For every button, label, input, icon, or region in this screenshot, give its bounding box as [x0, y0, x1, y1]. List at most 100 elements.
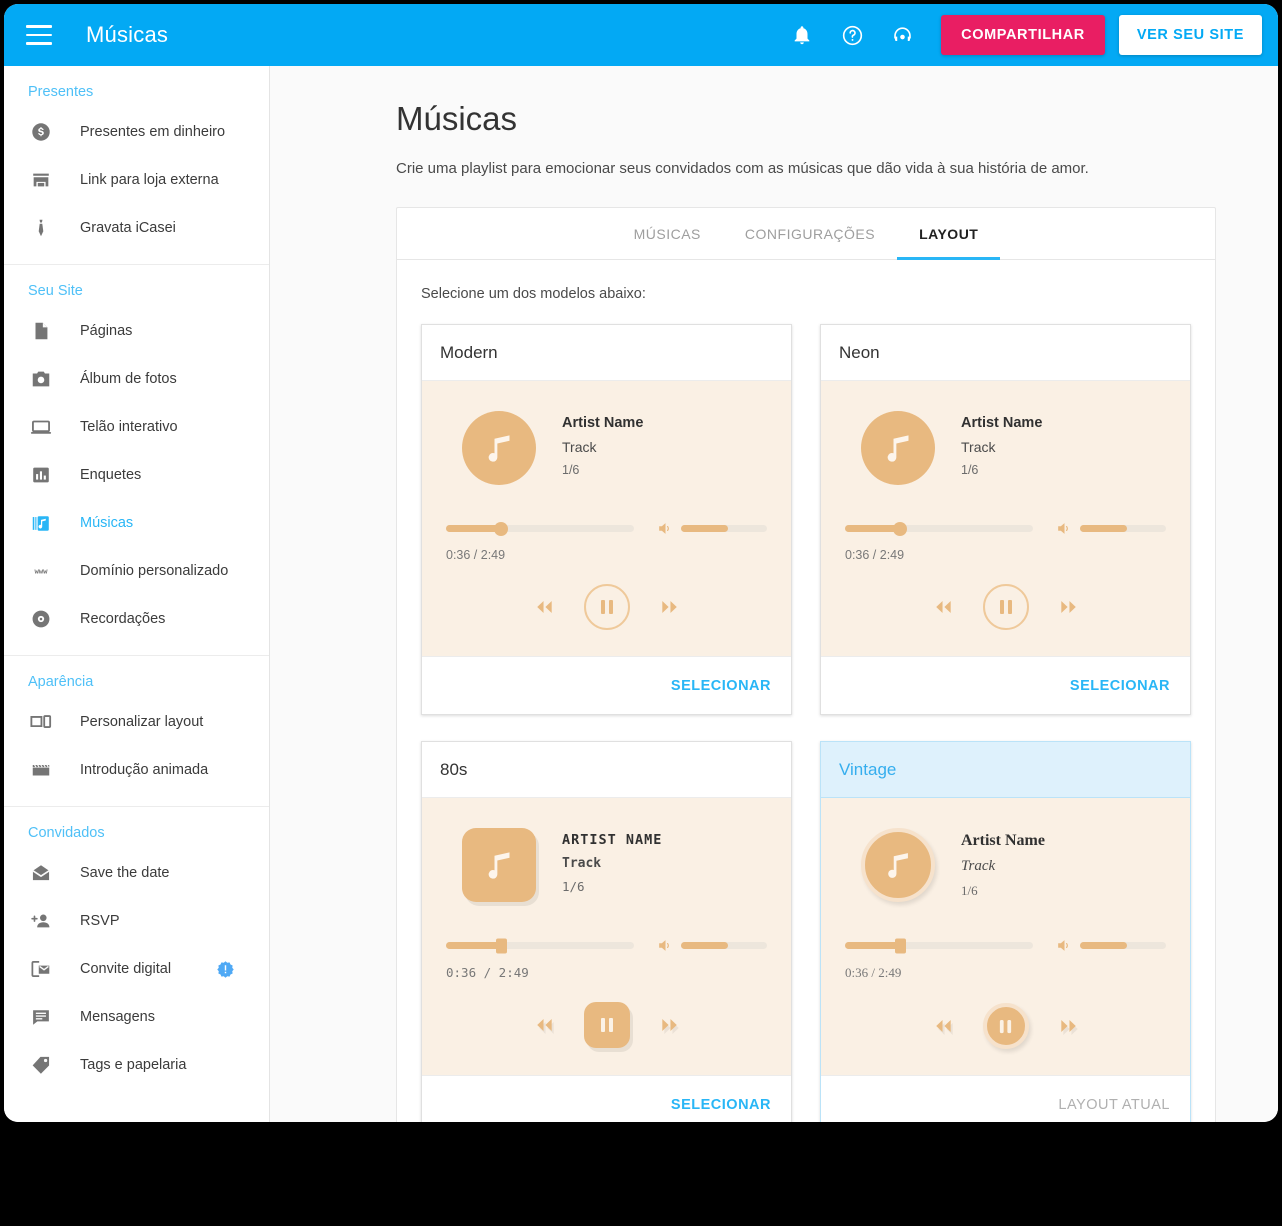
sidebar-item-mensagens[interactable]: Mensagens [4, 993, 269, 1041]
sidebar-group-seu-site: Seu Site Páginas Álbum de fotos Telão in… [4, 265, 269, 656]
seek-slider[interactable] [446, 938, 634, 953]
bell-icon[interactable] [781, 14, 823, 56]
fast-forward-icon[interactable] [656, 596, 684, 618]
main-inner: Músicas Crie uma playlist para emocionar… [270, 100, 1278, 1122]
pause-button[interactable] [583, 1002, 630, 1048]
rewind-icon[interactable] [530, 1014, 558, 1036]
hamburger-icon[interactable] [26, 25, 52, 45]
sidebar-item-paginas[interactable]: Páginas [4, 307, 269, 355]
pause-button[interactable] [982, 1003, 1029, 1049]
music-library-icon [28, 510, 54, 536]
tag-icon [28, 1052, 54, 1078]
pause-button[interactable] [982, 584, 1029, 630]
player-preview: Artist Name Track 1/6 0:36 / 2:49 [821, 798, 1190, 1075]
volume-icon[interactable] [1055, 519, 1074, 538]
player-bars [843, 936, 1168, 955]
rewind-icon[interactable] [530, 596, 558, 618]
player-meta: ARTIST NAME Track 1/6 [562, 828, 662, 894]
volume-icon[interactable] [656, 936, 675, 955]
seek-knob[interactable] [894, 938, 906, 953]
headset-icon[interactable] [881, 14, 923, 56]
share-button[interactable]: COMPARTILHAR [941, 15, 1105, 55]
sidebar-item-label: RSVP [80, 913, 120, 929]
app-window: Músicas COMPARTILHAR VER SEU SITE Presen… [4, 4, 1278, 1122]
rewind-icon[interactable] [929, 1015, 957, 1037]
sidebar-item-telao-interativo[interactable]: Telão interativo [4, 403, 269, 451]
sidebar-group-title: Seu Site [28, 283, 83, 299]
seek-fill [446, 525, 501, 532]
tab-musicas[interactable]: MÚSICAS [612, 208, 723, 260]
tab-configuracoes[interactable]: CONFIGURAÇÕES [723, 208, 897, 260]
sidebar-item-label: Convite digital [80, 961, 172, 977]
sidebar-item-musicas[interactable]: Músicas [4, 499, 269, 547]
seek-knob[interactable] [495, 938, 507, 953]
seek-fill [845, 942, 900, 949]
sidebar-item-gravata-icasei[interactable]: Gravata iCasei [4, 204, 269, 252]
seek-slider[interactable] [845, 521, 1033, 536]
time-display: 0:36 / 2:49 [446, 548, 506, 562]
volume-fill [1080, 942, 1128, 949]
layout-card-footer: SELECIONAR [422, 1075, 791, 1122]
layout-card-neon[interactable]: Neon Artist Name Track 1/6 0:36 / 2:49 S… [820, 324, 1191, 715]
seek-knob[interactable] [892, 521, 907, 536]
layout-card-modern[interactable]: Modern Artist Name Track 1/6 0:36 / 2:49… [421, 324, 792, 715]
track-name: Track [961, 858, 996, 874]
volume-icon[interactable] [656, 519, 675, 538]
main-content: Músicas Crie uma playlist para emocionar… [270, 66, 1278, 1122]
www-icon: www [28, 558, 54, 584]
sidebar-item-label: Telão interativo [80, 419, 178, 435]
artist-name: Artist Name [961, 415, 1043, 431]
transport-controls [843, 584, 1168, 630]
layout-card-title: Vintage [821, 742, 1190, 798]
question-circle-icon[interactable] [831, 14, 873, 56]
sidebar-item-rsvp[interactable]: RSVP [4, 897, 269, 945]
volume-slider[interactable] [1080, 942, 1166, 949]
fast-forward-icon[interactable] [1055, 596, 1083, 618]
view-site-button[interactable]: VER SEU SITE [1118, 15, 1262, 55]
album-art-icon [861, 411, 935, 485]
sidebar-item-label: Introdução animada [80, 762, 209, 778]
select-layout-button[interactable]: SELECIONAR [671, 1097, 771, 1113]
select-layout-button[interactable]: SELECIONAR [671, 678, 771, 694]
pause-button[interactable] [583, 584, 630, 630]
select-layout-button[interactable]: SELECIONAR [1070, 678, 1170, 694]
sidebar-item-introducao-animada[interactable]: Introdução animada [4, 746, 269, 794]
sidebar-item-save-the-date[interactable]: Save the date [4, 849, 269, 897]
sidebar-item-recordacoes[interactable]: Recordações [4, 595, 269, 643]
album-art-icon [462, 411, 536, 485]
sidebar-item-dominio-personalizado[interactable]: www Domínio personalizado [4, 547, 269, 595]
volume-slider[interactable] [1080, 525, 1166, 532]
player-meta: Artist Name Track 1/6 [961, 828, 1045, 899]
fast-forward-icon[interactable] [656, 1014, 684, 1036]
sidebar-item-presentes-em-dinheiro[interactable]: Presentes em dinheiro [4, 108, 269, 156]
sidebar-item-album-de-fotos[interactable]: Álbum de fotos [4, 355, 269, 403]
layout-card-footer: SELECIONAR [422, 656, 791, 714]
rewind-icon[interactable] [929, 596, 957, 618]
sidebar-item-tags-e-papelaria[interactable]: Tags e papelaria [4, 1041, 269, 1089]
sidebar-item-personalizar-layout[interactable]: Personalizar layout [4, 698, 269, 746]
volume-slider[interactable] [681, 525, 767, 532]
mobile-invite-icon [28, 956, 54, 982]
layout-card-vintage[interactable]: Vintage Artist Name Track 1/6 0:36 / 2:4… [820, 741, 1191, 1122]
seek-knob[interactable] [493, 521, 508, 536]
tab-layout[interactable]: LAYOUT [897, 208, 1001, 260]
volume-icon[interactable] [1055, 936, 1074, 955]
transport-controls [843, 1003, 1168, 1049]
seek-slider[interactable] [446, 521, 634, 536]
fast-forward-icon[interactable] [1055, 1015, 1083, 1037]
sidebar-item-convite-digital[interactable]: Convite digital [4, 945, 269, 993]
time-display: 0:36 / 2:49 [446, 965, 529, 980]
artist-name: Artist Name [562, 415, 644, 431]
time-display: 0:36 / 2:49 [845, 965, 902, 980]
player-top: ARTIST NAME Track 1/6 [444, 822, 769, 902]
top-header-bar: Músicas COMPARTILHAR VER SEU SITE [4, 4, 1278, 66]
page-title: Músicas [396, 100, 518, 137]
volume-slider[interactable] [681, 942, 767, 949]
seek-slider[interactable] [845, 938, 1033, 953]
layout-card-80s[interactable]: 80s ARTIST NAME Track 1/6 0:36 / 2:49 SE… [421, 741, 792, 1122]
player-preview: ARTIST NAME Track 1/6 0:36 / 2:49 [422, 798, 791, 1075]
player-preview: Artist Name Track 1/6 0:36 / 2:49 [422, 381, 791, 656]
select-hint: Selecione um dos modelos abaixo: [421, 286, 646, 302]
sidebar-item-enquetes[interactable]: Enquetes [4, 451, 269, 499]
sidebar-item-link-loja-externa[interactable]: Link para loja externa [4, 156, 269, 204]
